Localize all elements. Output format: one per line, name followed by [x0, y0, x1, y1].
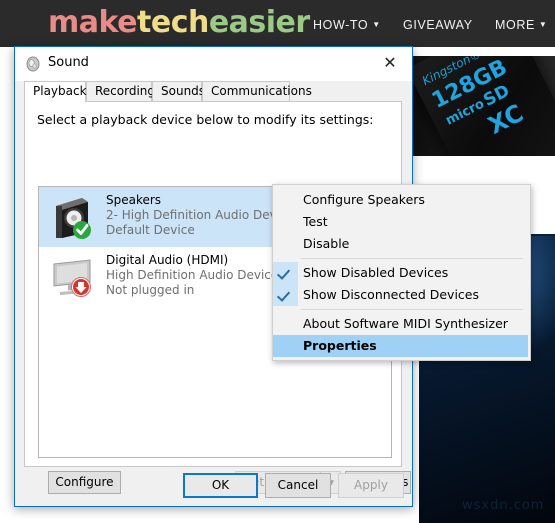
- menu-item-show-disabled-devices[interactable]: Show Disabled Devices: [273, 262, 528, 284]
- logo-part-tech: tech: [137, 5, 209, 40]
- tab-sounds[interactable]: Sounds: [152, 81, 205, 101]
- menu-item-label: Show Disabled Devices: [303, 265, 449, 280]
- ok-button[interactable]: OK: [183, 473, 258, 498]
- logo-part-make: make: [48, 5, 138, 40]
- monitor-device-icon: [53, 259, 91, 297]
- menu-item-show-disconnected-devices[interactable]: Show Disconnected Devices: [273, 284, 528, 306]
- menu-item-label: Show Disconnected Devices: [303, 287, 480, 302]
- menu-item-label: Properties: [303, 338, 377, 353]
- nav-label-more: MORE: [495, 18, 535, 32]
- checkmark-icon: [273, 262, 298, 284]
- checkmark-icon: [273, 284, 298, 306]
- cancel-button[interactable]: Cancel: [265, 473, 331, 498]
- device-name: Speakers: [106, 193, 162, 207]
- device-status: Not plugged in: [106, 283, 195, 297]
- dialog-titlebar[interactable]: Sound ✕: [15, 47, 412, 81]
- nav-item-more[interactable]: MORE ▼: [495, 18, 547, 32]
- nav-label-giveaway: GIVEAWAY: [403, 18, 473, 32]
- watermark-text: wsxdn.com: [462, 498, 545, 513]
- menu-item-properties[interactable]: Properties: [273, 335, 528, 357]
- site-logo[interactable]: maketecheasier: [48, 7, 310, 39]
- tab-recording[interactable]: Recording: [86, 81, 155, 101]
- device-status: Default Device: [106, 223, 195, 237]
- dialog-title: Sound: [48, 55, 89, 70]
- menu-item-label: Test: [303, 214, 328, 229]
- menu-separator: [301, 258, 523, 259]
- site-header: maketecheasier HOW-TO ▼ GIVEAWAY MORE ▼: [0, 0, 555, 47]
- device-name: Digital Audio (HDMI): [106, 253, 229, 267]
- menu-item-label: Disable: [303, 236, 350, 251]
- configure-button[interactable]: Configure: [48, 471, 121, 494]
- speaker-icon: [26, 56, 40, 72]
- context-menu: Configure Speakers Test Disable Show Dis…: [272, 184, 531, 361]
- menu-item-label: About Software MIDI Synthesizer: [303, 316, 508, 331]
- menu-separator: [301, 309, 523, 310]
- tab-playback[interactable]: Playback: [24, 81, 87, 102]
- dialog-tabstrip: Playback Recording Sounds Communications: [15, 81, 412, 102]
- nav-item-giveaway[interactable]: GIVEAWAY: [403, 18, 473, 32]
- chevron-down-icon: ▼: [538, 20, 548, 29]
- nav-item-how-to[interactable]: HOW-TO ▼: [313, 18, 381, 32]
- device-description: High Definition Audio Device: [106, 268, 279, 282]
- menu-item-about-software-midi-synthesizer[interactable]: About Software MIDI Synthesizer: [273, 313, 528, 335]
- speaker-device-icon: [56, 198, 91, 239]
- logo-part-easier: easier: [208, 5, 310, 40]
- menu-item-configure-speakers[interactable]: Configure Speakers: [273, 189, 528, 211]
- close-icon[interactable]: ✕: [368, 47, 412, 79]
- chevron-down-icon: ▼: [372, 20, 381, 29]
- menu-item-label: Configure Speakers: [303, 192, 425, 207]
- apply-button[interactable]: Apply: [338, 473, 404, 498]
- menu-item-test[interactable]: Test: [273, 211, 528, 233]
- device-description: 2- High Definition Audio Device: [106, 208, 295, 222]
- menu-item-disable[interactable]: Disable: [273, 233, 528, 255]
- nav-label-how-to: HOW-TO: [313, 18, 369, 32]
- tab-communications[interactable]: Communications: [202, 81, 312, 101]
- instruction-text: Select a playback device below to modify…: [37, 112, 374, 127]
